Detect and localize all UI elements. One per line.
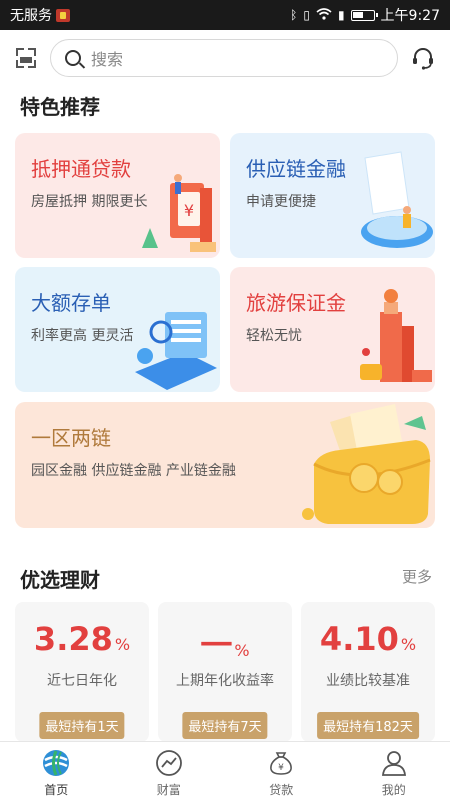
section-title-wealth: 优选理财 [20,568,100,592]
svg-text:¥: ¥ [184,201,194,220]
tab-profile[interactable]: 我的 [338,742,450,800]
holding-period-badge: 最短持有1天 [39,712,125,739]
svg-text:¥: ¥ [278,763,284,773]
tab-loan[interactable]: ¥ 贷款 [225,742,338,800]
sim-app-icon [56,8,70,22]
rate-unit: % [114,635,131,654]
rate-value: 4.10 [319,620,399,658]
card-large-deposit[interactable]: 大额存单 利率更高 更灵活 [15,267,220,392]
card-subtitle: 园区金融 供应链金融 产业链金融 [31,463,236,479]
vibrate-icon: ▯ [303,8,310,22]
product-card[interactable]: 3.28% 近七日年化 最短持有1天 [15,602,149,741]
search-icon [65,50,81,66]
bluetooth-icon: ᛒ [290,8,298,22]
tab-label: 贷款 [269,783,294,797]
card-title: 供应链金融 [246,157,346,181]
card-title: 抵押通贷款 [31,157,131,181]
supply-chain-illustration-icon [361,151,433,248]
status-right: ᛒ ▯ ▮ 上午9:27 [290,5,440,25]
product-card[interactable]: 一% 上期年化收益率 最短持有7天 [158,602,292,741]
card-title: 大额存单 [31,291,111,315]
tab-wealth[interactable]: 财富 [113,742,226,800]
card-one-zone-two-chains[interactable]: 一区两链 园区金融 供应链金融 产业链金融 [15,402,435,528]
wifi-icon [316,7,332,23]
product-rate: 一% [158,620,292,666]
loan-bag-icon: ¥ [270,752,293,775]
travel-illustration-icon [360,289,432,382]
loan-illustration-icon: ¥ [142,174,216,252]
main-content: 特色推荐 抵押通贷款 房屋抵押 期限更长 ¥ 供应链金融 申请更便捷 大额存单 [0,86,450,741]
clock-text: 上午9:27 [380,8,440,24]
tab-label: 我的 [381,783,406,797]
search-input[interactable]: 搜索 [50,39,398,77]
more-link[interactable]: 更多 [402,566,432,587]
product-desc: 近七日年化 [47,673,117,689]
deposit-illustration-icon [135,312,217,390]
rate-unit: % [400,635,417,654]
card-subtitle: 申请更便捷 [246,194,316,210]
product-desc: 上期年化收益率 [176,673,274,689]
product-card[interactable]: 4.10% 业绩比较基准 最短持有182天 [301,602,435,741]
home-logo-icon [43,750,70,776]
tab-label: 首页 [44,783,69,797]
product-rate: 4.10% [301,620,435,658]
section-title-featured: 特色推荐 [20,95,100,119]
tab-label: 财富 [156,783,181,797]
status-left: 无服务 [10,5,70,25]
status-bar: 无服务 ᛒ ▯ ▮ 上午9:27 [0,0,450,30]
rate-value: 一 [200,626,233,664]
bottom-tab-bar: 首页 财富 ¥ 贷款 我的 [0,741,450,800]
card-title: 一区两链 [31,426,111,450]
card-subtitle: 利率更高 更灵活 [31,328,134,344]
card-mortgage-loan[interactable]: 抵押通贷款 房屋抵押 期限更长 ¥ [15,133,220,258]
holding-period-badge: 最短持有182天 [317,712,419,739]
wealth-chart-icon [155,750,182,776]
product-desc: 业绩比较基准 [326,673,410,689]
top-bar: 搜索 [0,30,450,86]
rate-unit: % [234,641,250,660]
holding-period-badge: 最短持有7天 [182,712,268,739]
carrier-text: 无服务 [10,8,52,24]
card-title: 旅游保证金 [246,291,346,315]
profile-icon [381,751,406,776]
card-subtitle: 轻松无忧 [246,328,302,344]
scan-icon[interactable] [14,46,38,70]
tab-home[interactable]: 首页 [0,742,113,800]
customer-service-icon[interactable] [410,45,436,71]
product-rate: 3.28% [15,620,149,658]
card-travel-deposit[interactable]: 旅游保证金 轻松无忧 [230,267,435,392]
battery-icon [350,9,378,21]
rate-value: 3.28 [33,620,113,658]
sim-alert-icon: ▮ [337,8,345,22]
wallet-coins-illustration-icon [302,404,431,524]
card-supply-chain-finance[interactable]: 供应链金融 申请更便捷 [230,133,435,258]
search-placeholder: 搜索 [91,50,124,69]
